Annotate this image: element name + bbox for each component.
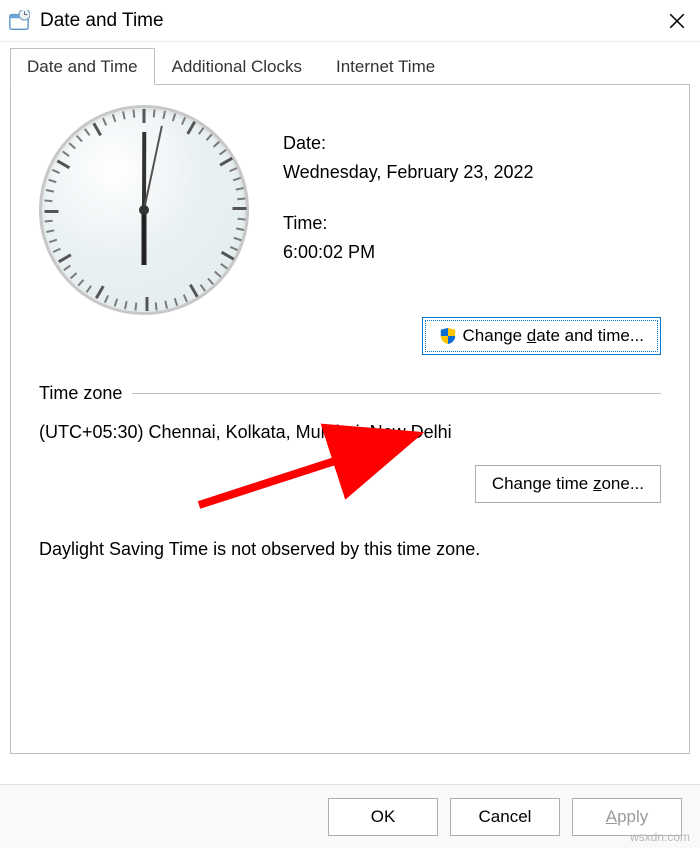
change-date-time-row: Change date and time... bbox=[39, 317, 661, 355]
window-title: Date and Time bbox=[40, 10, 662, 32]
tabs: Date and Time Additional Clocks Internet… bbox=[10, 48, 700, 85]
date-time-text-block: Date: Wednesday, February 23, 2022 Time:… bbox=[283, 105, 534, 315]
dialog-footer: OK Cancel Apply bbox=[0, 784, 700, 848]
titlebar: Date and Time bbox=[0, 0, 700, 42]
time-label: Time: bbox=[283, 213, 534, 234]
date-value: Wednesday, February 23, 2022 bbox=[283, 162, 534, 183]
divider bbox=[132, 393, 661, 394]
time-value: 6:00:02 PM bbox=[283, 242, 534, 263]
change-timezone-label: Change time zone... bbox=[492, 474, 644, 494]
analog-clock bbox=[39, 105, 249, 315]
change-date-time-label: Change date and time... bbox=[463, 326, 644, 346]
change-timezone-row: Change time zone... bbox=[39, 465, 661, 503]
tab-internet-time[interactable]: Internet Time bbox=[319, 48, 452, 85]
change-date-time-button[interactable]: Change date and time... bbox=[422, 317, 661, 355]
timezone-value: (UTC+05:30) Chennai, Kolkata, Mumbai, Ne… bbox=[39, 422, 661, 443]
tab-date-and-time[interactable]: Date and Time bbox=[10, 48, 155, 85]
uac-shield-icon bbox=[439, 327, 457, 345]
date-time-display-row: Date: Wednesday, February 23, 2022 Time:… bbox=[39, 105, 661, 315]
timezone-legend: Time zone bbox=[39, 383, 122, 404]
ok-button[interactable]: OK bbox=[328, 798, 438, 836]
cancel-button[interactable]: Cancel bbox=[450, 798, 560, 836]
close-icon bbox=[668, 12, 686, 30]
tab-additional-clocks[interactable]: Additional Clocks bbox=[155, 48, 319, 85]
date-label: Date: bbox=[283, 133, 534, 154]
change-timezone-button[interactable]: Change time zone... bbox=[475, 465, 661, 503]
date-time-app-icon bbox=[8, 10, 30, 32]
timezone-legend-row: Time zone bbox=[39, 383, 661, 404]
close-button[interactable] bbox=[662, 6, 692, 36]
tab-panel-date-and-time: Date: Wednesday, February 23, 2022 Time:… bbox=[10, 84, 690, 754]
watermark: wsxdn.com bbox=[630, 830, 690, 844]
apply-button-label: Apply bbox=[606, 807, 649, 827]
dst-note: Daylight Saving Time is not observed by … bbox=[39, 539, 661, 560]
